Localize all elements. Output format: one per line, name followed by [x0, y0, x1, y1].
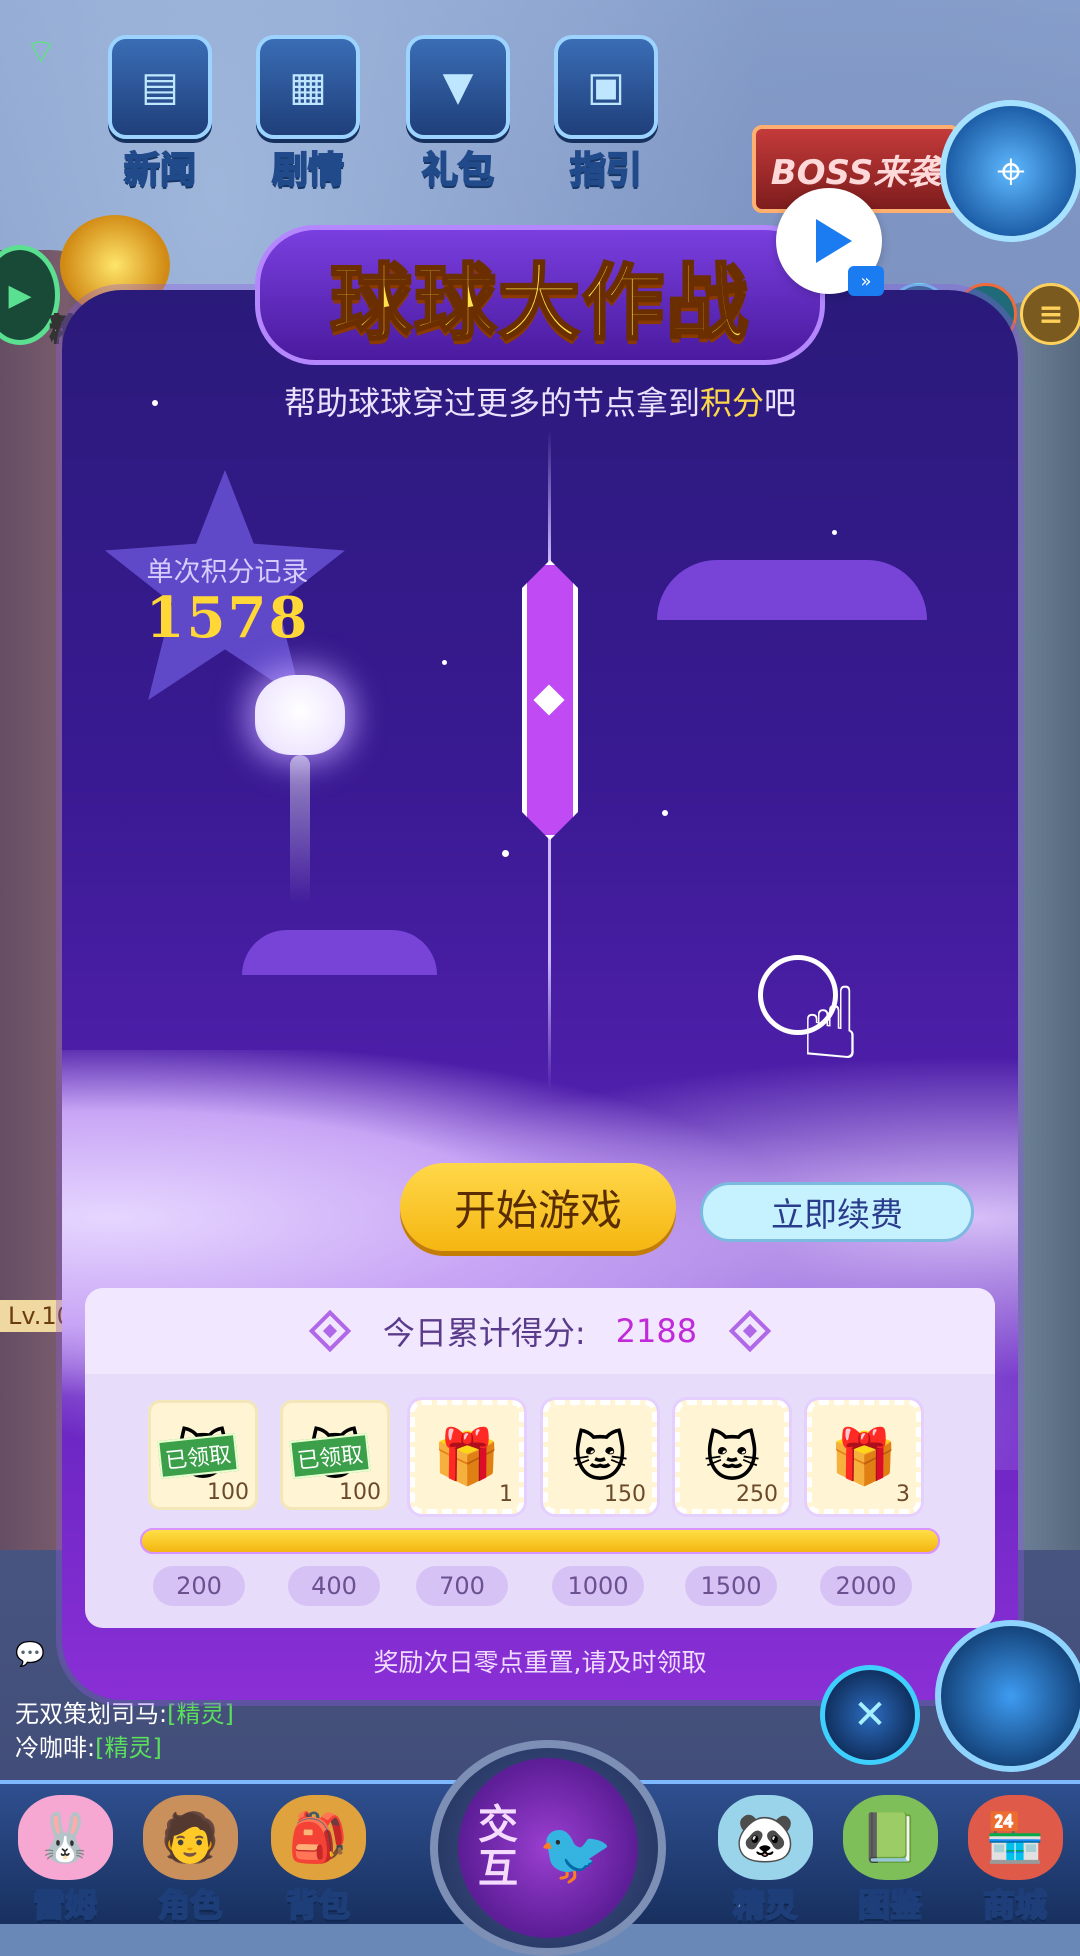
- subtitle-text-end: 吧: [764, 384, 797, 422]
- nav-item-shop[interactable]: 🏪 商城: [955, 1795, 1075, 1925]
- wifi-icon: ⌔: [25, 32, 57, 72]
- reward-slot[interactable]: 🎁 3: [807, 1400, 921, 1514]
- pointing-hand-icon: ☝: [800, 965, 861, 1082]
- close-modal-button[interactable]: ✕: [820, 1665, 920, 1765]
- top-menu-label: 新闻: [123, 149, 197, 192]
- record-label: 单次积分记录: [146, 557, 309, 588]
- nav-item-character[interactable]: 🧑 角色: [130, 1795, 250, 1925]
- start-game-button[interactable]: 开始游戏: [400, 1163, 676, 1251]
- milestone-label: 200: [153, 1566, 245, 1606]
- chat-line: 冷咖啡:[精灵]: [15, 1728, 395, 1763]
- nav-item-leimu[interactable]: 🐰 雷姆: [5, 1795, 125, 1925]
- reward-count: 3: [896, 1482, 910, 1507]
- top-menu-news[interactable]: ▤ 新闻: [100, 35, 220, 192]
- character-icon: 🧑: [142, 1795, 238, 1880]
- chat-message: [精灵]: [95, 1734, 162, 1762]
- reward-count: 100: [339, 1480, 381, 1505]
- reward-slot[interactable]: 🐱 已领取 100: [148, 1400, 258, 1510]
- reward-slot[interactable]: 🐱 150: [543, 1400, 657, 1514]
- daily-score-panel: 今日累计得分: 2188 🐱 已领取 100 🐱 已领取 100 🎁 1 🐱 1…: [85, 1288, 995, 1628]
- top-menu-guide[interactable]: ▣ 指引: [546, 35, 666, 192]
- story-box-icon: ▦: [256, 35, 360, 139]
- cat-token-icon: 🐱: [703, 1425, 761, 1489]
- chat-sender: 无双策划司马:: [15, 1700, 168, 1728]
- top-menu-label: 指引: [569, 149, 643, 192]
- daily-score-label: 今日累计得分:: [382, 1314, 586, 1352]
- reward-count: 150: [604, 1482, 646, 1507]
- bird-icon: 🐦: [538, 1819, 613, 1889]
- milestone-label: 1500: [685, 1566, 777, 1606]
- cat-token-icon: 🐱: [571, 1425, 629, 1489]
- cloud: [657, 560, 927, 620]
- record-value: 1578: [145, 585, 310, 651]
- play-icon: [816, 219, 852, 263]
- diamond-icon: [728, 1309, 772, 1353]
- fast-forward-icon[interactable]: »: [848, 266, 884, 296]
- reward-count: 250: [736, 1482, 778, 1507]
- newspaper-icon: ▤: [108, 35, 212, 139]
- close-icon: ✕: [853, 1692, 887, 1738]
- nav-label: 精灵: [732, 1885, 798, 1925]
- reward-count: 100: [207, 1480, 249, 1505]
- play-icon: ▶: [8, 277, 32, 313]
- claimed-badge: 已领取: [157, 1433, 239, 1479]
- interact-center-button[interactable]: 交互 🐦: [430, 1740, 666, 1956]
- interact-label: 交互: [478, 1802, 518, 1892]
- ball-trail: [290, 755, 310, 905]
- subtitle-text: 帮助球球穿过更多的节点拿到: [283, 384, 700, 422]
- cloud: [242, 930, 437, 975]
- diamond-icon: [308, 1309, 352, 1353]
- nav-label: 雷姆: [32, 1885, 98, 1925]
- nav-label: 图鉴: [857, 1885, 923, 1925]
- score-progress-fill: [140, 1528, 940, 1554]
- claimed-badge: 已领取: [289, 1433, 371, 1479]
- menu-icon[interactable]: ≡: [1020, 283, 1080, 345]
- reward-slot[interactable]: 🐱 已领取 100: [280, 1400, 390, 1510]
- star-dot: [832, 530, 837, 535]
- codex-icon: 📗: [842, 1795, 938, 1880]
- daily-score-value: 2188: [615, 1312, 698, 1350]
- green-chest-icon: 🎁: [433, 1425, 501, 1488]
- top-menu-label: 剧情: [271, 149, 345, 192]
- reward-count: 1: [499, 1482, 513, 1507]
- map-button[interactable]: ⌖: [940, 100, 1080, 242]
- top-menu-story[interactable]: ▦ 剧情: [248, 35, 368, 192]
- game-title: 球球大作战: [328, 254, 750, 352]
- reward-slot[interactable]: 🎁 1: [410, 1400, 524, 1514]
- pink-pet-icon: 🐰: [17, 1795, 113, 1880]
- gift-box-icon: ▼: [406, 35, 510, 139]
- reward-slot[interactable]: 🐱 250: [675, 1400, 789, 1514]
- milestone-label: 700: [416, 1566, 508, 1606]
- milestone-label: 1000: [552, 1566, 644, 1606]
- daily-score-header: 今日累计得分: 2188: [85, 1288, 995, 1374]
- top-menu-label: 礼包: [421, 149, 495, 192]
- guide-box-icon: ▣: [554, 35, 658, 139]
- shop-icon: 🏪: [967, 1795, 1063, 1880]
- star-dot: [502, 850, 509, 857]
- top-menu-gift[interactable]: ▼ 礼包: [398, 35, 518, 192]
- ball-character: [255, 675, 345, 755]
- nav-item-spirit[interactable]: 🐼 精灵: [705, 1795, 825, 1925]
- map-pin-icon: ⌖: [996, 141, 1026, 200]
- game-title-banner: 球球大作战: [255, 225, 825, 365]
- chat-message: [精灵]: [167, 1700, 234, 1728]
- nav-label: 角色: [157, 1885, 223, 1925]
- green-chest-icon: 🎁: [830, 1425, 898, 1488]
- nav-item-codex[interactable]: 📗 图鉴: [830, 1795, 950, 1925]
- score-progress-bar: [140, 1528, 940, 1554]
- star-dot: [662, 810, 668, 816]
- chat-sender: 冷咖啡:: [15, 1734, 96, 1762]
- spirit-icon: 🐼: [717, 1795, 813, 1880]
- game-subtitle: 帮助球球穿过更多的节点拿到积分吧: [62, 378, 1018, 424]
- milestone-label: 2000: [820, 1566, 912, 1606]
- milestone-label: 400: [288, 1566, 380, 1606]
- nav-label: 商城: [982, 1885, 1048, 1925]
- star-dot: [442, 660, 447, 665]
- nav-label: 背包: [285, 1885, 351, 1925]
- renew-button[interactable]: 立即续费: [700, 1182, 974, 1242]
- nav-item-backpack[interactable]: 🎒 背包: [258, 1795, 378, 1925]
- subtitle-highlight: 积分: [699, 384, 764, 422]
- backpack-icon: 🎒: [270, 1795, 366, 1880]
- radar-icon[interactable]: [935, 1620, 1080, 1772]
